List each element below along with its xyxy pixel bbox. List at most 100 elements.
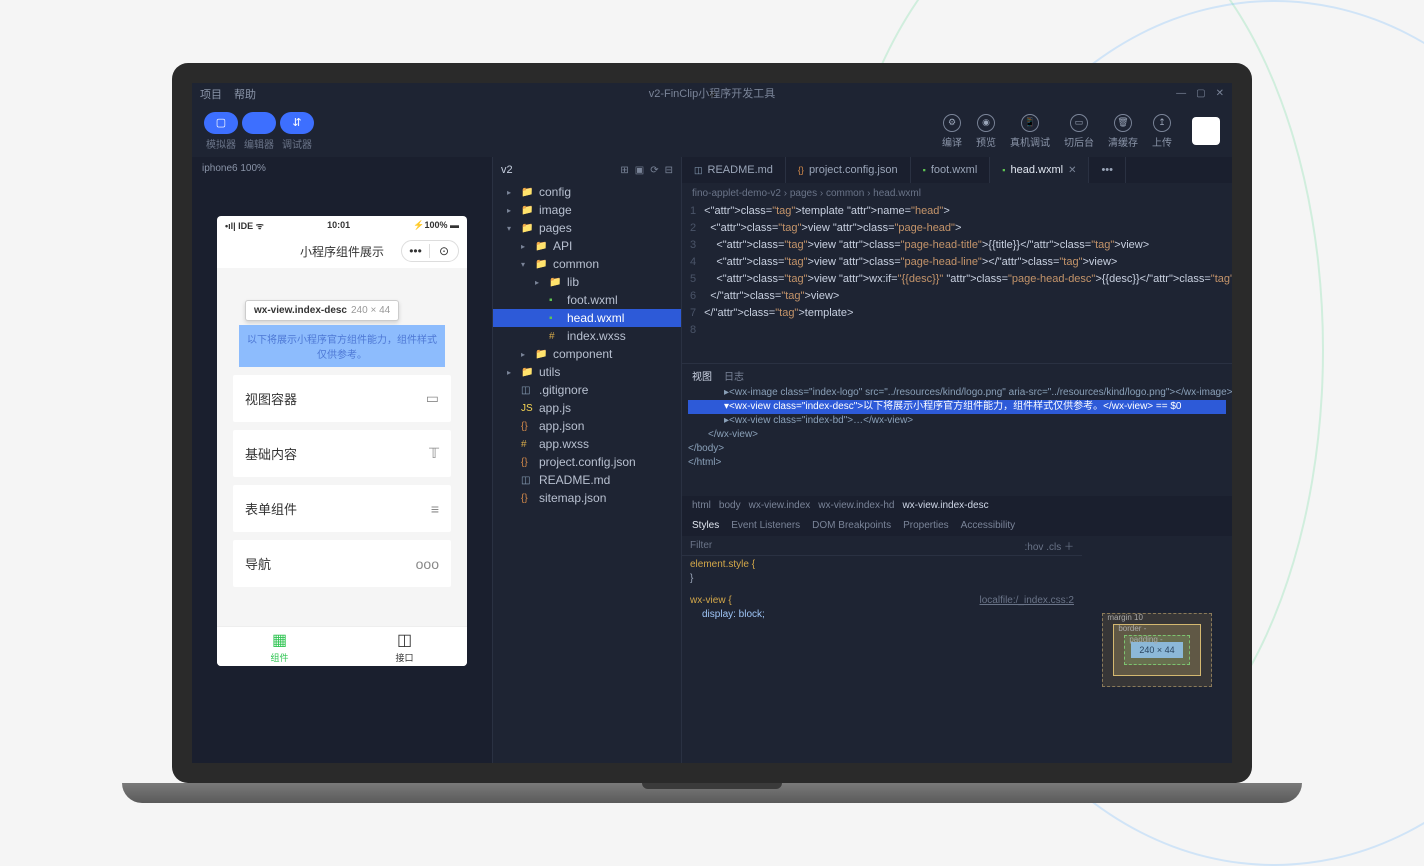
close-icon[interactable]: ✕ xyxy=(1068,165,1076,176)
code-line[interactable]: <"attr">class="tag">view "attr">wx:if="{… xyxy=(704,271,1232,288)
dom-path-item[interactable]: wx-view.index-hd xyxy=(818,500,894,511)
phone-simulator[interactable]: •ıl| IDE ᯤ 10:01 ⚡100% ▬ 小程序组件展示 •••⊙ wx… xyxy=(217,216,467,666)
toolbar-action-0[interactable]: ⚙编译 xyxy=(942,114,962,149)
dom-node[interactable]: </body> xyxy=(688,442,1226,456)
devtools-panel: 视图日志 ▸<wx-image class="index-logo" src="… xyxy=(682,363,1232,763)
status-battery: ⚡100% ▬ xyxy=(413,220,459,231)
tree-node[interactable]: ▾📁pages xyxy=(493,219,681,237)
editor-tab[interactable]: ▪foot.wxml xyxy=(911,157,991,183)
code-editor: ◫README.md{}project.config.json▪foot.wxm… xyxy=(682,157,1232,763)
new-file-icon[interactable]: ⊞ xyxy=(620,165,628,176)
tree-node[interactable]: #index.wxss xyxy=(493,327,681,345)
dom-path-item[interactable]: body xyxy=(719,500,741,511)
tree-node[interactable]: JSapp.js xyxy=(493,399,681,417)
collapse-icon[interactable]: ⊟ xyxy=(665,165,673,176)
tree-node[interactable]: ▸📁component xyxy=(493,345,681,363)
simulator-panel: iphone6 100% •ıl| IDE ᯤ 10:01 ⚡100% ▬ 小程… xyxy=(192,157,492,763)
explorer-root[interactable]: v2 xyxy=(501,164,513,176)
toolbar-action-5[interactable]: ↥上传 xyxy=(1152,114,1172,149)
toolbar-btn-0[interactable]: ▢模拟器 xyxy=(204,112,238,151)
editor-tab[interactable]: ▪head.wxml✕ xyxy=(990,157,1089,183)
tree-node[interactable]: #app.wxss xyxy=(493,435,681,453)
filter-tools[interactable]: :hov .cls ＋ xyxy=(1025,538,1074,553)
dom-node[interactable]: </html> xyxy=(688,456,1226,470)
breadcrumb[interactable]: fino-applet-demo-v2 › pages › common › h… xyxy=(682,183,1232,203)
dom-node[interactable]: ▸<wx-image class="index-logo" src="../re… xyxy=(688,386,1226,400)
tree-node[interactable]: ▸📁API xyxy=(493,237,681,255)
box-model[interactable]: 240 × 44 xyxy=(1082,536,1232,763)
cube-icon: ◫ xyxy=(397,630,412,650)
ide-window: v2-FinClip小程序开发工具 —▢✕ 项目 帮助 ▢模拟器编辑器⇵调试器 … xyxy=(192,83,1232,763)
refresh-icon[interactable]: ⟳ xyxy=(650,165,658,176)
devtool-tab-log[interactable]: 日志 xyxy=(724,368,744,383)
toolbar-btn-1[interactable]: 编辑器 xyxy=(242,112,276,151)
dom-node[interactable]: ▾<wx-view class="index-desc">以下将展示小程序官方组… xyxy=(688,400,1226,414)
style-tab[interactable]: Accessibility xyxy=(961,520,1015,531)
code-line[interactable]: </"attr">class="tag">template> xyxy=(704,305,1232,322)
code-line[interactable]: <"attr">class="tag">view "attr">class="p… xyxy=(704,220,1232,237)
editor-tab[interactable]: ◫README.md xyxy=(682,157,786,183)
status-left: •ıl| IDE ᯤ xyxy=(225,219,264,232)
list-item[interactable]: 视图容器▭ xyxy=(233,375,451,422)
style-tab[interactable]: Event Listeners xyxy=(731,520,800,531)
style-tab[interactable]: Properties xyxy=(903,520,949,531)
tree-node[interactable]: {}sitemap.json xyxy=(493,489,681,507)
tree-node[interactable]: {}project.config.json xyxy=(493,453,681,471)
code-line[interactable]: </"attr">class="tag">view> xyxy=(704,288,1232,305)
more-icon[interactable]: ••• xyxy=(402,244,430,258)
tree-node[interactable]: {}app.json xyxy=(493,417,681,435)
file-explorer: v2 ⊞ ▣ ⟳ ⊟ ▸📁config▸📁image▾📁pages▸📁API▾📁com… xyxy=(492,157,682,763)
list-item[interactable]: 表单组件≡ xyxy=(233,485,451,532)
code-line[interactable]: <"attr">class="tag">view "attr">class="p… xyxy=(704,254,1232,271)
tab-more[interactable]: ••• xyxy=(1089,157,1126,183)
item-icon: 𝕋 xyxy=(429,445,439,462)
avatar[interactable] xyxy=(1192,117,1220,145)
code-line[interactable] xyxy=(704,322,1232,339)
css-rule[interactable]: localfile:/_index.css:2wx-view {display:… xyxy=(682,592,1082,624)
toolbar: ▢模拟器编辑器⇵调试器 ⚙编译 ◉预览 📱真机调试 ▭切后台 🗑清缓存 ↥上传 xyxy=(192,105,1232,157)
tab-component[interactable]: ▦组件 xyxy=(217,627,342,666)
tree-node[interactable]: ▪head.wxml xyxy=(493,309,681,327)
code-line[interactable]: <"attr">class="tag">view "attr">class="p… xyxy=(704,237,1232,254)
filter-input[interactable]: Filter xyxy=(690,540,712,551)
dom-node[interactable]: ▸<wx-view class="index-bd">…</wx-view> xyxy=(688,414,1226,428)
capsule-button[interactable]: •••⊙ xyxy=(401,240,459,262)
item-icon: ooo xyxy=(416,556,439,572)
dom-path-item[interactable]: wx-view.index-desc xyxy=(902,500,988,511)
tree-node[interactable]: ▸📁lib xyxy=(493,273,681,291)
tree-node[interactable]: ◫README.md xyxy=(493,471,681,489)
list-item[interactable]: 导航ooo xyxy=(233,540,451,587)
tree-node[interactable]: ▾📁common xyxy=(493,255,681,273)
style-tab[interactable]: Styles xyxy=(692,520,719,531)
tree-node[interactable]: ▸📁utils xyxy=(493,363,681,381)
dom-path-item[interactable]: wx-view.index xyxy=(749,500,811,511)
item-icon: ▭ xyxy=(426,390,439,407)
toolbar-action-1[interactable]: ◉预览 xyxy=(976,114,996,149)
toolbar-action-2[interactable]: 📱真机调试 xyxy=(1010,114,1050,149)
window-controls[interactable]: —▢✕ xyxy=(1176,83,1224,105)
simulator-device: iphone6 100% xyxy=(192,157,492,180)
editor-tab[interactable]: {}project.config.json xyxy=(786,157,911,183)
code-line[interactable]: <"attr">class="tag">template "attr">name… xyxy=(704,203,1232,220)
nav-title: 小程序组件展示 xyxy=(300,243,384,260)
tree-node[interactable]: ▪foot.wxml xyxy=(493,291,681,309)
devtool-tab-view[interactable]: 视图 xyxy=(692,368,712,383)
toolbar-action-3[interactable]: ▭切后台 xyxy=(1064,114,1094,149)
close-circle-icon[interactable]: ⊙ xyxy=(430,244,458,258)
css-rule[interactable]: element.style {} xyxy=(682,556,1082,588)
menu-help[interactable]: 帮助 xyxy=(234,86,256,102)
list-item[interactable]: 基础内容𝕋 xyxy=(233,430,451,477)
tree-node[interactable]: ◫.gitignore xyxy=(493,381,681,399)
dom-path-item[interactable]: html xyxy=(692,500,711,511)
toolbar-btn-2[interactable]: ⇵调试器 xyxy=(280,112,314,151)
tree-node[interactable]: ▸📁image xyxy=(493,201,681,219)
menu-project[interactable]: 项目 xyxy=(200,86,222,102)
tab-api[interactable]: ◫接口 xyxy=(342,627,467,666)
tree-node[interactable]: ▸📁config xyxy=(493,183,681,201)
dom-node[interactable]: </wx-view> xyxy=(688,428,1226,442)
toolbar-action-4[interactable]: 🗑清缓存 xyxy=(1108,114,1138,149)
status-time: 10:01 xyxy=(327,220,350,230)
new-folder-icon[interactable]: ▣ xyxy=(635,165,644,176)
highlighted-element[interactable]: 以下将展示小程序官方组件能力，组件样式仅供参考。 xyxy=(239,325,445,367)
style-tab[interactable]: DOM Breakpoints xyxy=(812,520,891,531)
